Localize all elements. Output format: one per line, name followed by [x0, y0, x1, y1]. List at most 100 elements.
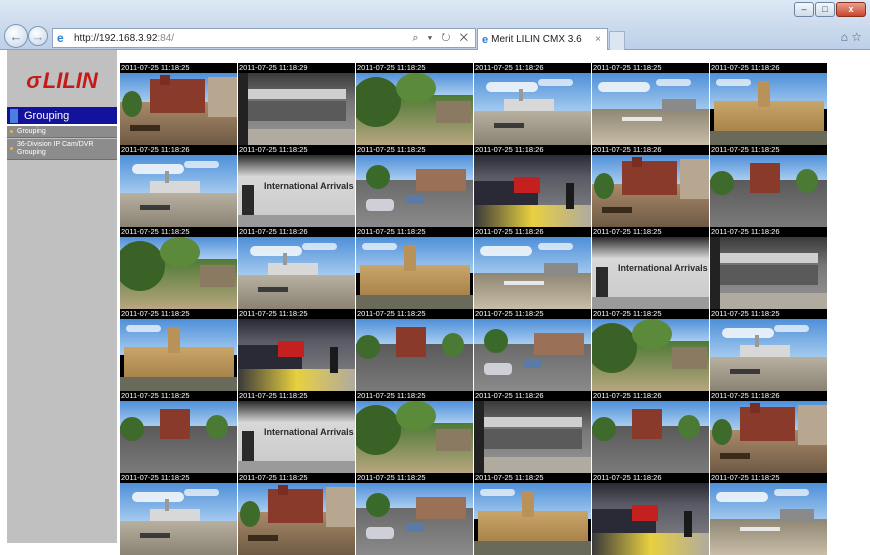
- camera-tile[interactable]: 2011-07-25 11:18:26: [474, 227, 591, 309]
- camera-view[interactable]: [120, 73, 237, 145]
- camera-view[interactable]: [356, 483, 473, 555]
- camera-view[interactable]: [710, 73, 827, 145]
- camera-tile[interactable]: 2011-07-25 11:18:26: [592, 145, 709, 227]
- camera-view[interactable]: [710, 237, 827, 309]
- camera-tile[interactable]: 2011-07-25 11:18:25: [120, 63, 237, 145]
- sidebar-item-36-division[interactable]: 36-Division IP Cam/DVR Grouping: [7, 139, 117, 160]
- camera-view[interactable]: [356, 237, 473, 309]
- minimize-button[interactable]: –: [794, 2, 814, 17]
- maximize-button[interactable]: □: [815, 2, 835, 17]
- back-button[interactable]: ←: [4, 24, 28, 48]
- camera-view[interactable]: [356, 401, 473, 473]
- camera-view[interactable]: [238, 319, 355, 391]
- camera-view[interactable]: [474, 401, 591, 473]
- camera-tile[interactable]: 2011-07-25 11:18:25: [356, 63, 473, 145]
- home-icon[interactable]: ⌂: [841, 30, 848, 44]
- new-tab-button[interactable]: [609, 31, 625, 50]
- bullet-icon: [10, 129, 13, 133]
- camera-tile[interactable]: 2011-07-25 11:18:26: [710, 227, 827, 309]
- camera-view[interactable]: [474, 73, 591, 145]
- camera-view[interactable]: [474, 237, 591, 309]
- camera-timestamp: 2011-07-25 11:18:25: [356, 391, 473, 401]
- address-bar[interactable]: e http://192.168.3.92:84/ ⌕ ▾ ↻ ✕: [52, 28, 476, 48]
- camera-tile[interactable]: 2011-07-25 11:18:25 International Arriva…: [238, 391, 355, 473]
- camera-view[interactable]: International Arrivals: [592, 237, 709, 309]
- camera-timestamp: 2011-07-25 11:18:26: [474, 63, 591, 73]
- camera-tile[interactable]: 2011-07-25 11:18:25: [238, 309, 355, 391]
- camera-view[interactable]: [710, 319, 827, 391]
- sidebar-item-grouping[interactable]: Grouping: [7, 126, 117, 138]
- camera-tile[interactable]: 2011-07-25 11:18:25: [710, 309, 827, 391]
- camera-tile[interactable]: 2011-07-25 11:18:25: [474, 309, 591, 391]
- camera-timestamp: 2011-07-25 11:18:25: [592, 227, 709, 237]
- camera-view[interactable]: [356, 319, 473, 391]
- favorites-star-icon[interactable]: ☆: [851, 30, 862, 44]
- camera-tile[interactable]: 2011-07-25 11:18:25: [120, 227, 237, 309]
- camera-tile[interactable]: 2011-07-25 11:18:26: [710, 63, 827, 145]
- camera-view[interactable]: [120, 237, 237, 309]
- camera-view[interactable]: [592, 155, 709, 227]
- camera-tile[interactable]: 2011-07-25 11:18:26: [474, 391, 591, 473]
- arrivals-sign: International Arrivals: [264, 181, 354, 191]
- camera-tile[interactable]: 2011-07-25 11:18:25: [592, 63, 709, 145]
- camera-tile[interactable]: 2011-07-25 11:18:25: [120, 391, 237, 473]
- camera-tile[interactable]: 2011-07-25 11:18:26: [474, 63, 591, 145]
- camera-view[interactable]: [592, 73, 709, 145]
- camera-tile[interactable]: 2011-07-25 11:18:26: [592, 391, 709, 473]
- camera-view[interactable]: International Arrivals: [238, 155, 355, 227]
- tab-merit-lilin[interactable]: e Merit LILIN CMX 3.6 ×: [477, 28, 608, 50]
- camera-view[interactable]: [120, 483, 237, 555]
- camera-tile[interactable]: 2011-07-25 11:18:25: [356, 145, 473, 227]
- camera-timestamp: 2011-07-25 11:18:26: [474, 145, 591, 155]
- camera-view[interactable]: [120, 401, 237, 473]
- url-text[interactable]: http://192.168.3.92:84/: [74, 33, 174, 44]
- camera-view[interactable]: [238, 73, 355, 145]
- sidebar-item-label: Grouping: [17, 127, 46, 135]
- camera-view[interactable]: [238, 483, 355, 555]
- camera-tile[interactable]: 2011-07-25 11:18:25: [356, 227, 473, 309]
- camera-view[interactable]: [592, 319, 709, 391]
- camera-view[interactable]: [710, 155, 827, 227]
- camera-timestamp: 2011-07-25 11:18:26: [592, 473, 709, 483]
- camera-tile[interactable]: 2011-07-25 11:18:25: [592, 309, 709, 391]
- camera-tile[interactable]: 2011-07-25 11:18:25: [356, 309, 473, 391]
- camera-view[interactable]: [120, 319, 237, 391]
- camera-view[interactable]: [120, 155, 237, 227]
- logo-mark: σ: [26, 68, 41, 93]
- camera-view[interactable]: [592, 401, 709, 473]
- camera-timestamp: 2011-07-25 11:18:26: [120, 145, 237, 155]
- tab-close-icon[interactable]: ×: [595, 34, 601, 45]
- camera-view[interactable]: [592, 483, 709, 555]
- camera-tile[interactable]: 2011-07-25 11:18:26: [474, 145, 591, 227]
- camera-tile[interactable]: 2011-07-25 11:18:29: [238, 63, 355, 145]
- camera-timestamp: 2011-07-25 11:18:25: [120, 391, 237, 401]
- forward-arrow-icon: →: [31, 28, 45, 44]
- camera-tile[interactable]: 2011-07-25 11:18:25: [120, 309, 237, 391]
- camera-tile[interactable]: 2011-07-25 11:18:26: [120, 145, 237, 227]
- camera-view[interactable]: International Arrivals: [238, 401, 355, 473]
- arrivals-sign: International Arrivals: [264, 427, 354, 437]
- camera-tile[interactable]: 2011-07-25 11:18:26: [238, 227, 355, 309]
- camera-view[interactable]: [474, 483, 591, 555]
- grouping-header[interactable]: Grouping: [7, 107, 117, 126]
- camera-view[interactable]: [474, 155, 591, 227]
- close-button[interactable]: x: [836, 2, 866, 17]
- lilin-logo: σ LILIN: [7, 64, 117, 98]
- camera-view[interactable]: [356, 73, 473, 145]
- camera-tile[interactable]: 2011-07-25 11:18:26: [710, 391, 827, 473]
- camera-tile[interactable]: 2011-07-25 11:18:25: [710, 145, 827, 227]
- camera-view[interactable]: [238, 237, 355, 309]
- logo-text: LILIN: [42, 68, 98, 93]
- camera-timestamp: 2011-07-25 11:18:25: [120, 63, 237, 73]
- camera-tile[interactable]: 2011-07-25 11:18:25 International Arriva…: [592, 227, 709, 309]
- camera-timestamp: 2011-07-25 11:18:25: [710, 309, 827, 319]
- camera-view[interactable]: [710, 483, 827, 555]
- forward-button[interactable]: →: [28, 26, 48, 46]
- camera-timestamp: 2011-07-25 11:18:29: [238, 63, 355, 73]
- camera-view[interactable]: [474, 319, 591, 391]
- camera-view[interactable]: [710, 401, 827, 473]
- camera-view[interactable]: [356, 155, 473, 227]
- address-tools[interactable]: ⌕ ▾ ↻ ✕: [412, 32, 471, 45]
- camera-tile[interactable]: 2011-07-25 11:18:25: [356, 391, 473, 473]
- camera-tile[interactable]: 2011-07-25 11:18:25 International Arriva…: [238, 145, 355, 227]
